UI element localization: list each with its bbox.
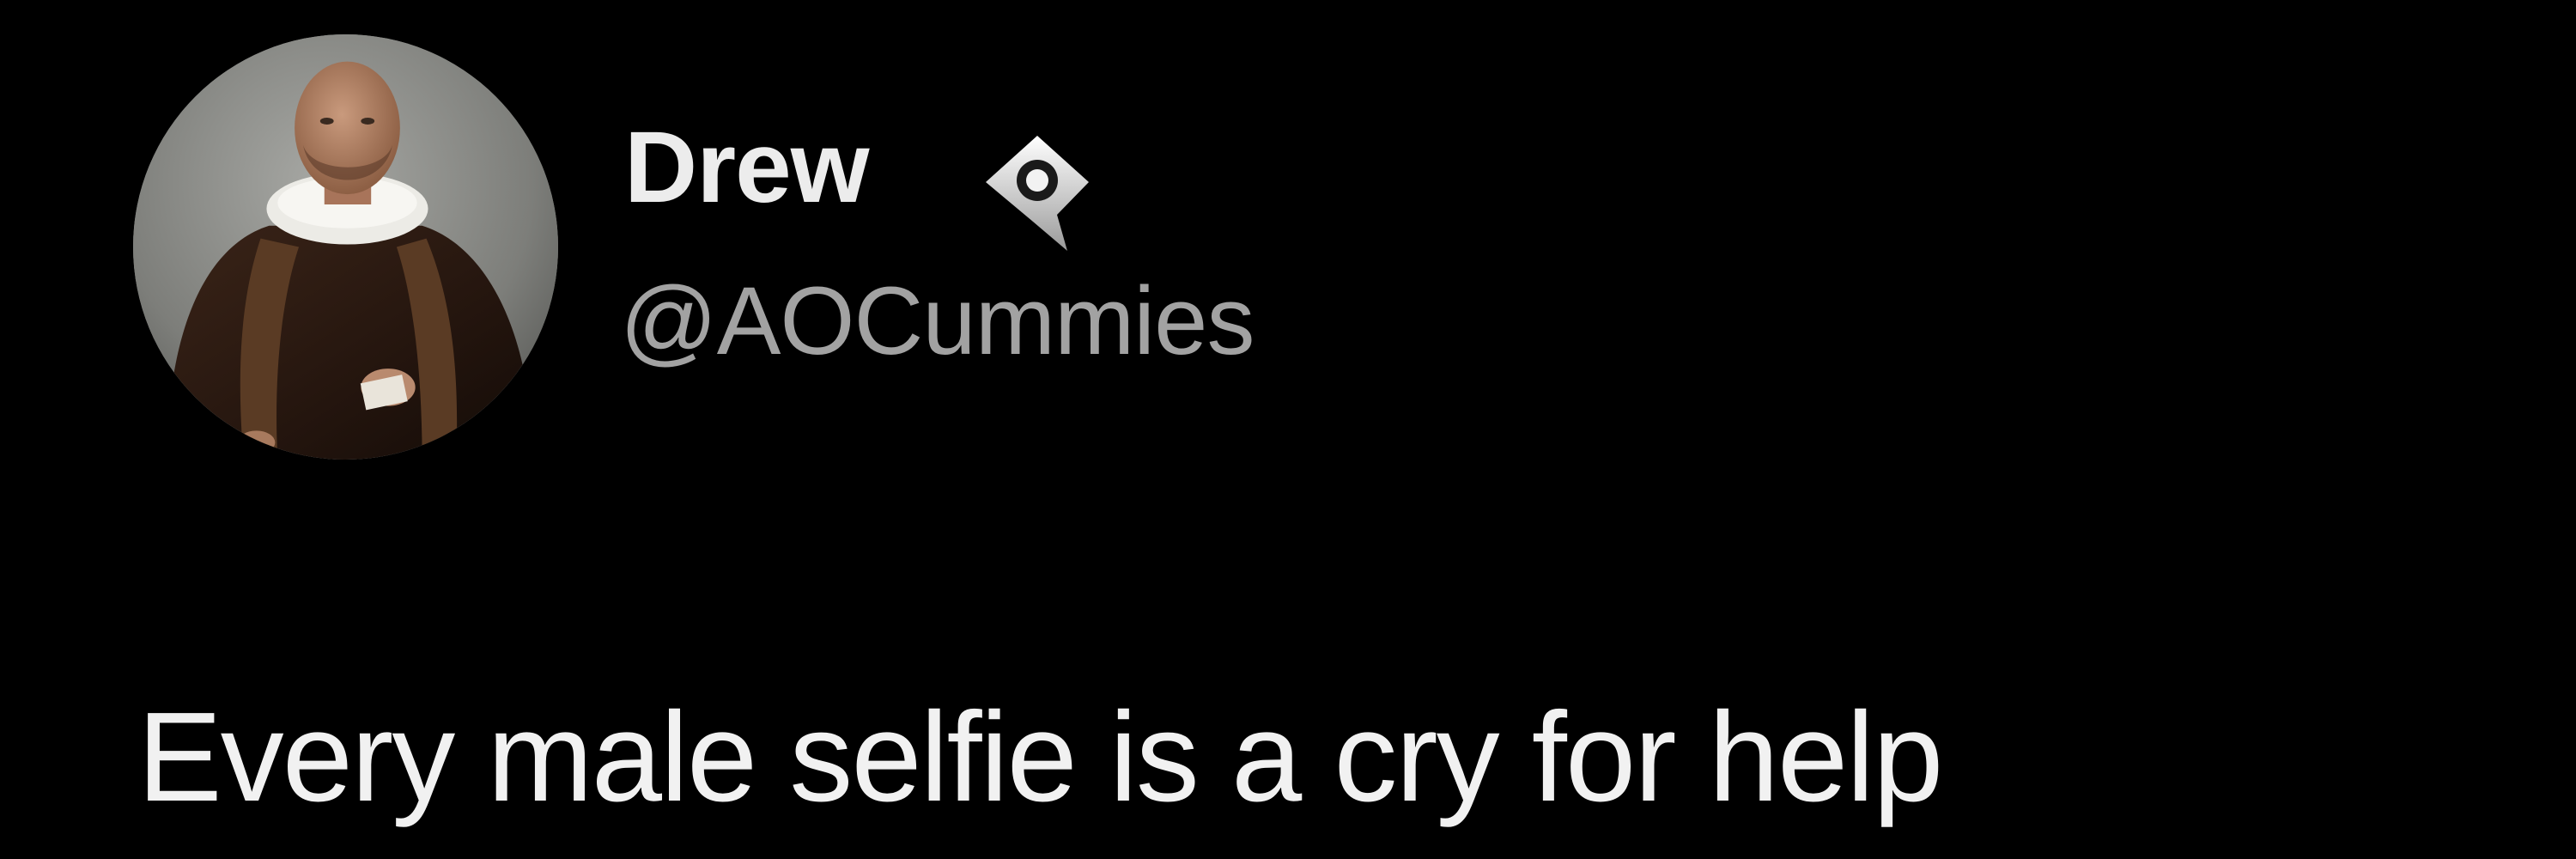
display-name[interactable]: Drew <box>624 117 870 218</box>
avatar[interactable] <box>133 34 558 460</box>
eye-speech-bubble-badge-icon <box>973 129 1102 258</box>
tweet-text: Every male selfie is a cry for help <box>137 686 1943 828</box>
tweet-card: Drew @AOCummies Every male selfie is a c… <box>0 0 2576 859</box>
portrait-image <box>133 34 558 460</box>
user-handle[interactable]: @AOCummies <box>620 273 1255 369</box>
